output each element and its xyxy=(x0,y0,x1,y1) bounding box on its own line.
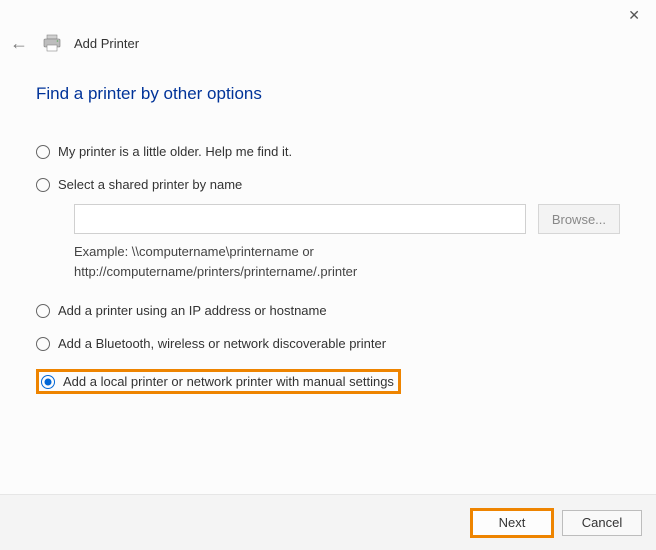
option-shared-printer[interactable]: Select a shared printer by name xyxy=(36,177,620,192)
window-title: Add Printer xyxy=(74,36,139,51)
option-ip-address[interactable]: Add a printer using an IP address or hos… xyxy=(36,303,620,318)
close-icon[interactable]: ✕ xyxy=(628,7,640,24)
printer-icon xyxy=(42,34,62,52)
shared-printer-input[interactable] xyxy=(74,204,526,234)
radio-icon xyxy=(36,304,50,318)
option-label: Add a local printer or network printer w… xyxy=(63,374,394,389)
back-arrow-icon[interactable]: ← xyxy=(8,34,30,52)
option-older-printer[interactable]: My printer is a little older. Help me fi… xyxy=(36,144,620,159)
radio-icon xyxy=(36,337,50,351)
page-heading: Find a printer by other options xyxy=(36,84,620,104)
radio-icon xyxy=(36,178,50,192)
option-bluetooth[interactable]: Add a Bluetooth, wireless or network dis… xyxy=(36,336,620,351)
content-area: Find a printer by other options My print… xyxy=(0,54,656,422)
option-label: Add a printer using an IP address or hos… xyxy=(58,303,327,318)
cancel-button[interactable]: Cancel xyxy=(562,510,642,536)
radio-icon xyxy=(41,375,55,389)
option-local-printer[interactable]: Add a local printer or network printer w… xyxy=(36,369,401,394)
browse-button[interactable]: Browse... xyxy=(538,204,620,234)
option-label: Add a Bluetooth, wireless or network dis… xyxy=(58,336,386,351)
next-button[interactable]: Next xyxy=(470,508,554,538)
option-label: Select a shared printer by name xyxy=(58,177,242,192)
radio-icon xyxy=(36,145,50,159)
shared-example-text: Example: \\computername\printername or h… xyxy=(74,242,474,281)
footer: Next Cancel xyxy=(0,494,656,550)
option-label: My printer is a little older. Help me fi… xyxy=(58,144,292,159)
shared-printer-block: Browse... Example: \\computername\printe… xyxy=(74,204,620,281)
header: ← Add Printer xyxy=(0,30,656,54)
titlebar: ✕ xyxy=(0,0,656,30)
